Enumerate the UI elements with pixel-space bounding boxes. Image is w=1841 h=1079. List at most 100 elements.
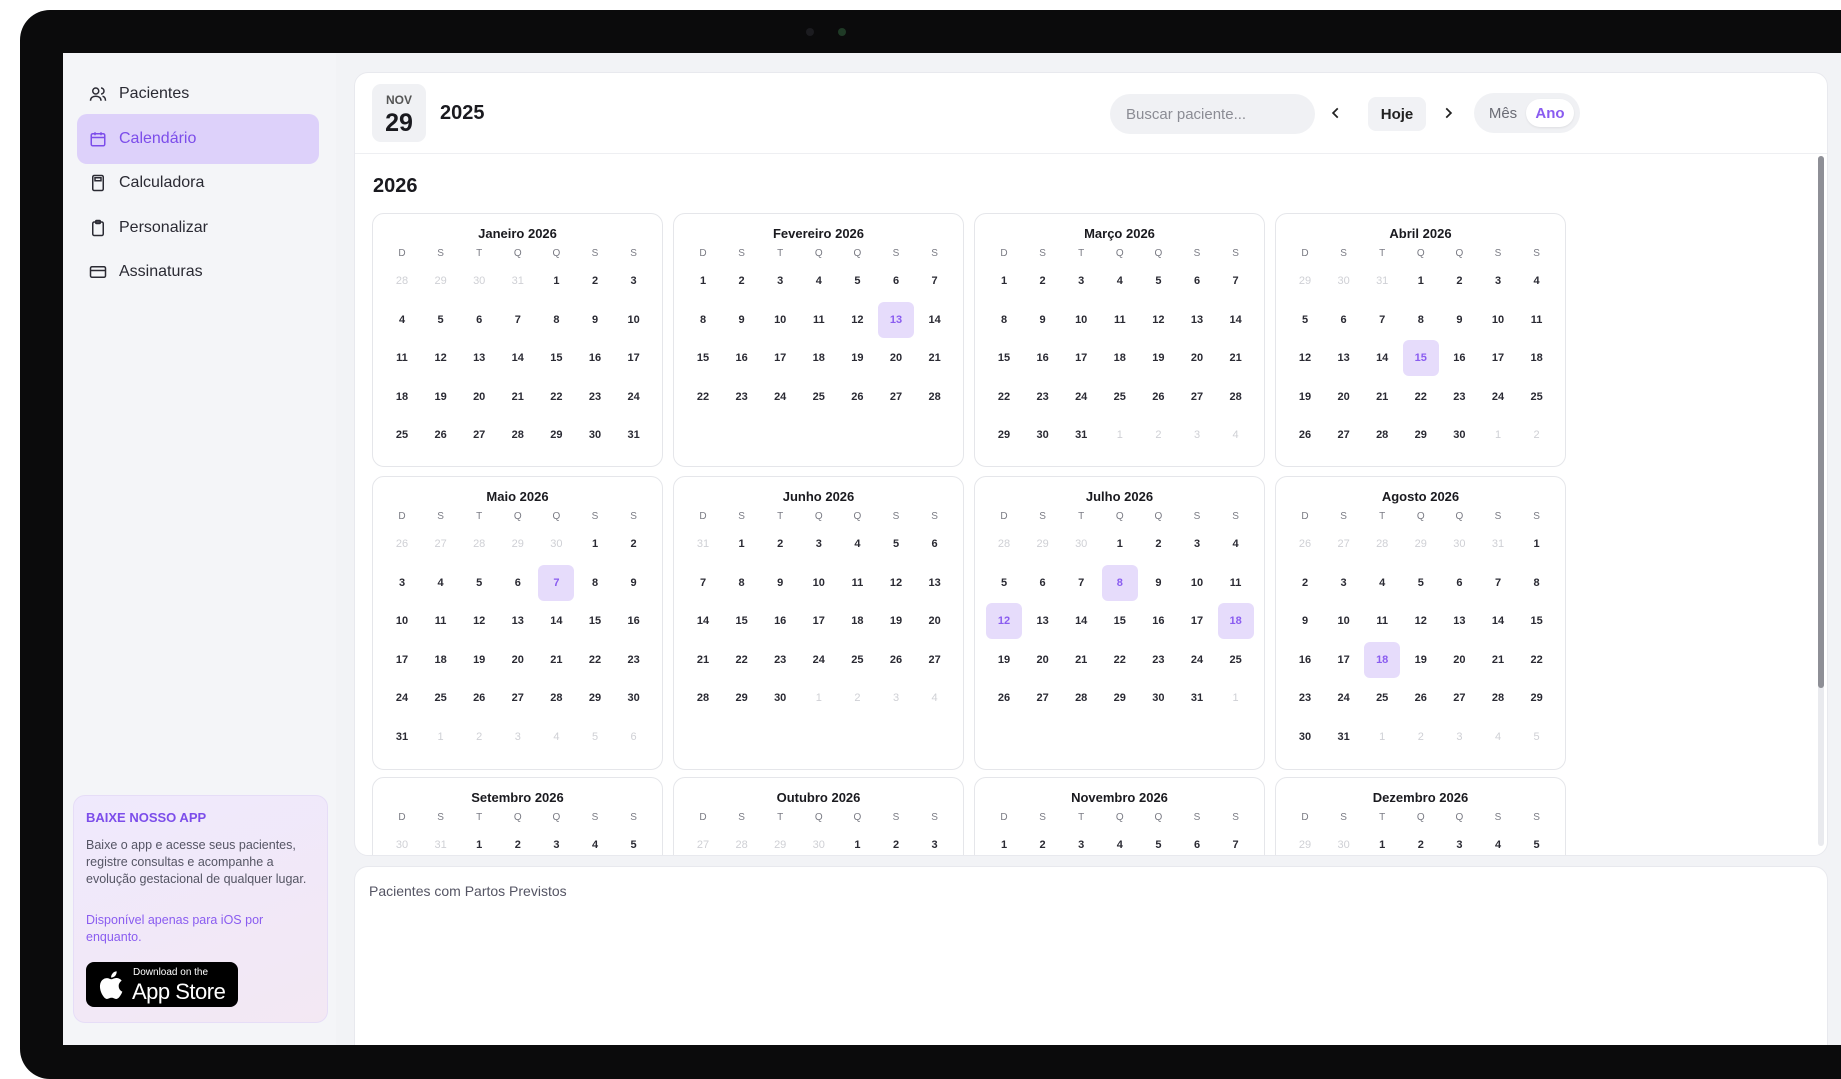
calendar-day[interactable]: 4 [1102,263,1138,299]
calendar-day[interactable]: 5 [839,263,875,299]
calendar-day[interactable]: 19 [1140,340,1176,376]
calendar-day[interactable]: 15 [724,603,760,639]
calendar-day[interactable]: 5 [1140,827,1176,855]
calendar-day[interactable]: 4 [423,565,459,601]
calendar-day[interactable]: 1 [538,263,574,299]
calendar-day[interactable]: 23 [1140,642,1176,678]
calendar-day[interactable]: 29 [1102,680,1138,716]
calendar-day[interactable]: 2 [878,827,914,855]
calendar-day[interactable]: 31 [384,719,420,755]
sidebar-item-calendario[interactable]: Calendário [77,114,319,164]
calendar-day[interactable]: 2 [724,263,760,299]
calendar-day[interactable]: 13 [500,603,536,639]
calendar-day[interactable]: 7 [1063,565,1099,601]
calendar-day[interactable]: 20 [1179,340,1215,376]
calendar-day[interactable]: 15 [1519,603,1555,639]
calendar-day[interactable]: 20 [1441,642,1477,678]
calendar-day[interactable]: 20 [917,603,953,639]
calendar-day[interactable]: 9 [1441,302,1477,338]
calendar-day[interactable]: 15 [538,340,574,376]
calendar-day[interactable]: 5 [461,565,497,601]
calendar-day[interactable]: 24 [1063,379,1099,415]
calendar-day[interactable]: 25 [839,642,875,678]
calendar-day[interactable]: 26 [461,680,497,716]
calendar-day[interactable]: 7 [685,565,721,601]
calendar-day[interactable]: 12 [1140,302,1176,338]
calendar-day[interactable]: 22 [685,379,721,415]
calendar-day[interactable]: 26 [1140,379,1176,415]
next-button[interactable] [1437,101,1459,125]
calendar-day[interactable]: 2 [616,526,652,562]
calendar-day[interactable]: 6 [1179,263,1215,299]
calendar-day[interactable]: 26 [423,417,459,453]
calendar-day[interactable]: 5 [986,565,1022,601]
calendar-day[interactable]: 1 [986,827,1022,855]
calendar-day[interactable]: 28 [1063,680,1099,716]
calendar-day[interactable]: 24 [801,642,837,678]
calendar-day[interactable]: 17 [1179,603,1215,639]
calendar-day[interactable]: 11 [1102,302,1138,338]
calendar-day[interactable]: 21 [685,642,721,678]
calendar-day[interactable]: 26 [1403,680,1439,716]
app-store-button[interactable]: Download on the App Store [86,962,238,1007]
calendar-day[interactable]: 27 [1179,379,1215,415]
calendar-day[interactable]: 4 [1102,827,1138,855]
calendar-day[interactable]: 5 [1287,302,1323,338]
calendar-day[interactable]: 30 [577,417,613,453]
calendar-day[interactable]: 20 [461,379,497,415]
calendar-day[interactable]: 21 [538,642,574,678]
calendar-day[interactable]: 21 [917,340,953,376]
calendar-day[interactable]: 18 [1217,603,1254,639]
calendar-day[interactable]: 8 [577,565,613,601]
calendar-day[interactable]: 18 [839,603,875,639]
calendar-day[interactable]: 17 [1480,340,1516,376]
calendar-day[interactable]: 1 [839,827,875,855]
calendar-day[interactable]: 16 [762,603,798,639]
calendar-day[interactable]: 3 [384,565,420,601]
calendar-day[interactable]: 7 [917,263,953,299]
calendar-day[interactable]: 28 [1364,417,1400,453]
view-month-button[interactable]: Mês [1482,99,1524,127]
calendar-day[interactable]: 11 [1218,565,1254,601]
calendar-day[interactable]: 29 [1403,417,1439,453]
calendar-day[interactable]: 3 [1063,263,1099,299]
calendar-day[interactable]: 2 [1441,263,1477,299]
calendar-day[interactable]: 27 [461,417,497,453]
sidebar-item-calculadora[interactable]: Calculadora [77,158,319,208]
calendar-day[interactable]: 3 [1326,565,1362,601]
calendar-day[interactable]: 2 [500,827,536,855]
calendar-day[interactable]: 3 [616,263,652,299]
calendar-day[interactable]: 16 [724,340,760,376]
calendar-day[interactable]: 4 [1364,565,1400,601]
calendar-day[interactable]: 4 [577,827,613,855]
calendar-day[interactable]: 29 [986,417,1022,453]
calendar-day[interactable]: 8 [724,565,760,601]
calendar-day[interactable]: 30 [1441,417,1477,453]
calendar-day[interactable]: 17 [616,340,652,376]
calendar-day[interactable]: 23 [1025,379,1061,415]
calendar-day[interactable]: 11 [1519,302,1555,338]
calendar-day[interactable]: 3 [1063,827,1099,855]
calendar-day[interactable]: 10 [1179,565,1215,601]
calendar-day[interactable]: 16 [1287,642,1323,678]
calendar-day[interactable]: 25 [1218,642,1254,678]
calendar-day[interactable]: 2 [1287,565,1323,601]
calendar-day[interactable]: 2 [1140,526,1176,562]
calendar-day[interactable]: 6 [917,526,953,562]
calendar-day[interactable]: 26 [1287,417,1323,453]
calendar-day[interactable]: 25 [1519,379,1555,415]
calendar-day[interactable]: 12 [839,302,875,338]
calendar-day[interactable]: 23 [616,642,652,678]
calendar-day[interactable]: 29 [1519,680,1555,716]
calendar-day[interactable]: 7 [500,302,536,338]
calendar-day[interactable]: 15 [1102,603,1138,639]
calendar-day[interactable]: 12 [986,603,1022,639]
calendar-day[interactable]: 13 [1326,340,1362,376]
calendar-day[interactable]: 16 [616,603,652,639]
calendar-day[interactable]: 12 [461,603,497,639]
calendar-day[interactable]: 18 [1364,641,1401,678]
calendar-day[interactable]: 5 [1519,827,1555,855]
calendar-day[interactable]: 28 [917,379,953,415]
sidebar-item-personalizar[interactable]: Personalizar [77,203,319,253]
calendar-day[interactable]: 16 [577,340,613,376]
